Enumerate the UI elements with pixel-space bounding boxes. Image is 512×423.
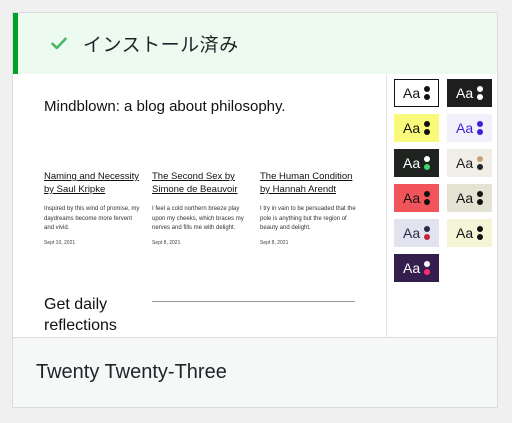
swatch-dots — [477, 156, 484, 170]
swatch-label: Aa — [456, 190, 474, 206]
swatch-dot — [424, 129, 431, 135]
swatch-dots — [424, 226, 431, 240]
swatch-label: Aa — [456, 85, 474, 101]
swatch-dot — [424, 191, 431, 197]
swatch-dot — [424, 94, 431, 100]
post-title: The Human Condition by Hannah Arendt — [260, 171, 353, 195]
post-excerpt: Inspired by this wind of promise, my day… — [44, 206, 140, 231]
divider — [152, 301, 355, 302]
swatch-label: Aa — [456, 120, 474, 136]
swatch-label: Aa — [456, 155, 474, 171]
swatch-dot — [477, 199, 484, 205]
theme-name: Twenty Twenty-Three — [36, 361, 227, 383]
style-variation-swatch[interactable]: Aa — [394, 79, 439, 107]
style-variation-swatch[interactable]: Aa — [447, 219, 492, 247]
swatch-label: Aa — [403, 85, 421, 101]
swatch-dot — [477, 234, 484, 240]
swatch-dot — [424, 164, 431, 170]
style-variation-swatch[interactable]: Aa — [394, 114, 439, 142]
style-variation-swatch[interactable]: Aa — [447, 184, 492, 212]
style-variation-swatch[interactable]: Aa — [394, 184, 439, 212]
swatch-dot — [424, 226, 431, 232]
style-panel-divider — [386, 74, 387, 337]
swatch-dots — [424, 121, 431, 135]
post-date: Sept 8, 2021 — [152, 239, 181, 246]
swatch-dot — [424, 156, 431, 162]
theme-screenshot[interactable]: Mindblown: a blog about philosophy. Nami… — [13, 74, 497, 337]
post-title: Naming and Necessity by Saul Kripke — [44, 171, 140, 195]
swatch-dots — [424, 156, 431, 170]
swatch-dot — [477, 191, 484, 197]
swatch-dot — [477, 129, 484, 135]
swatch-dot — [424, 269, 431, 275]
swatch-label: Aa — [403, 155, 421, 171]
post-card: The Second Sex by Simone de Beauvoir I f… — [152, 170, 250, 246]
style-variation-swatch[interactable]: Aa — [447, 114, 492, 142]
swatch-dot — [424, 199, 431, 205]
style-variation-swatch[interactable]: Aa — [394, 254, 439, 282]
swatch-dot — [477, 94, 484, 100]
style-variation-swatch[interactable]: Aa — [394, 149, 439, 177]
swatch-dot — [477, 121, 484, 127]
style-variation-swatch[interactable]: Aa — [447, 149, 492, 177]
swatch-dot — [477, 164, 484, 170]
theme-footer: Twenty Twenty-Three — [13, 337, 497, 407]
post-excerpt: I try in vain to be persuaded that the p… — [260, 206, 356, 231]
swatch-dots — [477, 226, 484, 240]
swatch-label: Aa — [403, 260, 421, 276]
swatch-dot — [424, 261, 431, 267]
swatch-dots — [424, 86, 431, 100]
check-icon — [51, 35, 69, 53]
swatch-dot — [424, 234, 431, 240]
swatch-dot — [477, 86, 484, 92]
post-date: Sept 10, 2021 — [44, 239, 76, 246]
swatch-label: Aa — [403, 190, 421, 206]
site-title: Mindblown: a blog about philosophy. — [44, 98, 286, 115]
swatch-label: Aa — [403, 120, 421, 136]
swatch-dots — [424, 191, 431, 205]
swatch-dot — [477, 156, 484, 162]
swatch-dot — [424, 86, 431, 92]
post-date: Sept 8, 2021 — [260, 239, 289, 246]
swatch-dot — [424, 121, 431, 127]
installed-label: インストール済み — [83, 34, 239, 56]
swatch-dots — [477, 86, 484, 100]
style-variation-swatch[interactable]: Aa — [447, 79, 492, 107]
swatch-dots — [424, 261, 431, 275]
theme-card[interactable]: インストール済み Mindblown: a blog about philoso… — [12, 12, 498, 408]
cta-heading: Get daily reflections — [44, 296, 117, 334]
style-variation-swatch[interactable]: Aa — [394, 219, 439, 247]
swatch-label: Aa — [403, 225, 421, 241]
swatch-dot — [477, 226, 484, 232]
post-excerpt: I feel a cold northern breeze play upon … — [152, 206, 244, 231]
swatch-dots — [477, 121, 484, 135]
swatch-dots — [477, 191, 484, 205]
post-title: The Second Sex by Simone de Beauvoir — [152, 171, 238, 195]
swatch-label: Aa — [456, 225, 474, 241]
installed-notice: インストール済み — [13, 13, 497, 74]
post-card: The Human Condition by Hannah Arendt I t… — [260, 170, 358, 246]
post-card: Naming and Necessity by Saul Kripke Insp… — [44, 170, 142, 246]
